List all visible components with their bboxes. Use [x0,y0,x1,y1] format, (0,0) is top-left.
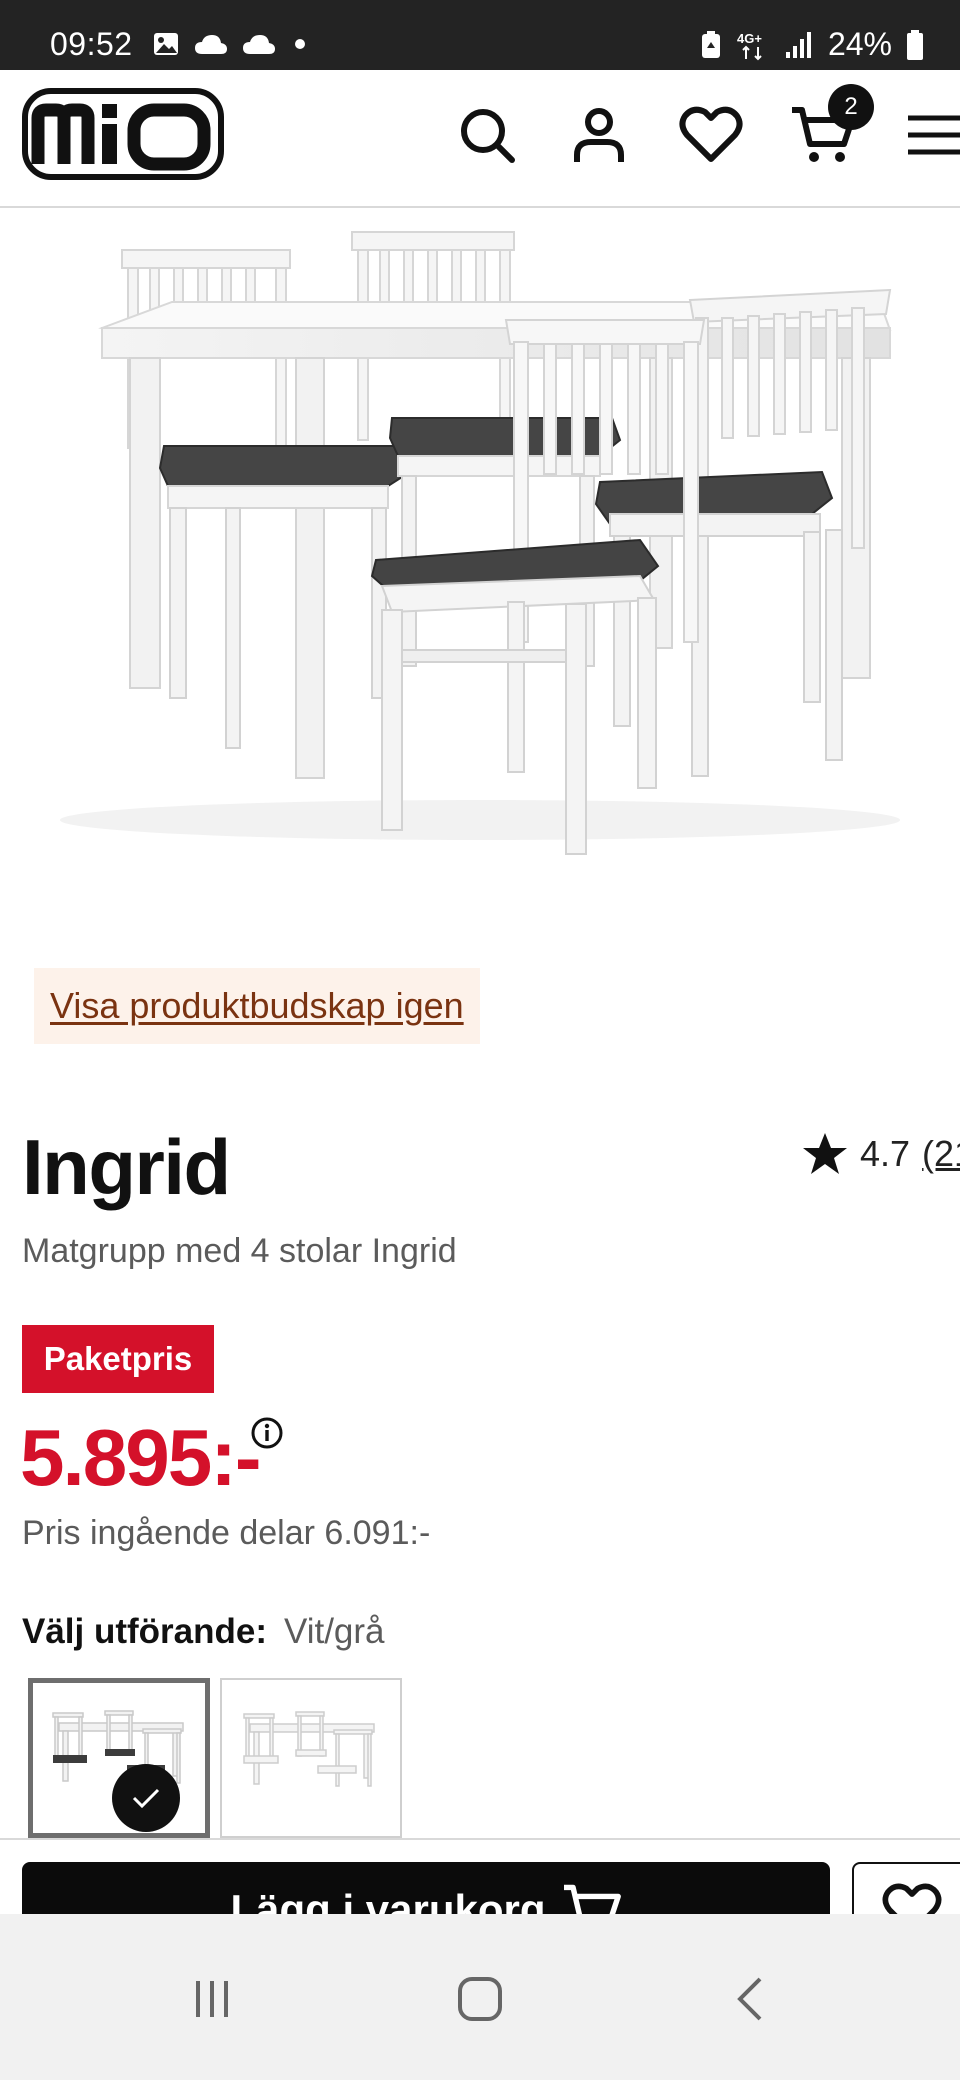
back-button[interactable] [710,1964,790,2034]
search-button[interactable] [452,100,522,170]
variant-thumbnail [243,1711,375,1787]
mio-logo[interactable] [22,88,224,180]
account-icon [574,108,624,162]
variant-swatch[interactable] [220,1678,402,1838]
signal-icon [785,31,811,58]
recycle-battery-icon [701,30,720,58]
menu-icon [908,115,960,155]
rating-count-link[interactable]: (21 [922,1133,960,1175]
gallery-icon [154,33,178,55]
site-header: 2 [0,70,960,208]
status-icons-right: 4G+ 24% [700,26,924,63]
star-icon [803,1133,847,1174]
search-icon [461,109,515,163]
cloud-icon [243,35,275,54]
variant-label: Välj utförande: [22,1612,268,1651]
heart-icon [679,106,743,162]
dot-icon [295,39,305,49]
cloud-icon [195,35,227,54]
wishlist-button[interactable] [676,100,746,170]
selected-check [112,1764,180,1832]
recents-icon [196,1981,228,2017]
svg-text:4G+: 4G+ [737,31,762,46]
rating-value: 4.7 [860,1133,911,1174]
home-icon [458,1977,502,2021]
battery-percent: 24% [827,26,892,62]
status-time: 09:52 [50,26,133,62]
product-image[interactable] [0,210,960,900]
product-subtitle: Matgrupp med 4 stolar Ingrid [22,1232,457,1270]
recent-apps-button[interactable] [172,1964,252,2034]
product-title: Ingrid [22,1123,231,1211]
status-bar: 09:52 4G+ 24% [0,0,960,70]
system-nav-bar [0,1914,960,2080]
cart-count-badge: 2 [828,84,874,130]
network-4g-icon: 4G+ [737,31,762,60]
product-message-box: Visa produktbudskap igen [34,968,480,1044]
battery-icon [907,29,923,60]
dining-set-illustration [60,231,900,855]
home-button[interactable] [440,1964,520,2034]
variant-value: Vit/grå [284,1612,385,1651]
check-icon [132,1788,160,1809]
info-icon[interactable] [250,1416,284,1450]
parts-price: Pris ingående delar 6.091:- [22,1514,431,1552]
status-icons-left [152,30,310,58]
show-product-message-link[interactable]: Visa produktbudskap igen [50,985,464,1027]
menu-button[interactable] [900,100,960,170]
product-rating[interactable]: 4.7 (21 [802,1132,960,1176]
back-icon [737,1977,762,2021]
product-price: 5.895:- [20,1413,261,1502]
account-button[interactable] [564,100,634,170]
package-price-badge: Paketpris [22,1325,214,1393]
